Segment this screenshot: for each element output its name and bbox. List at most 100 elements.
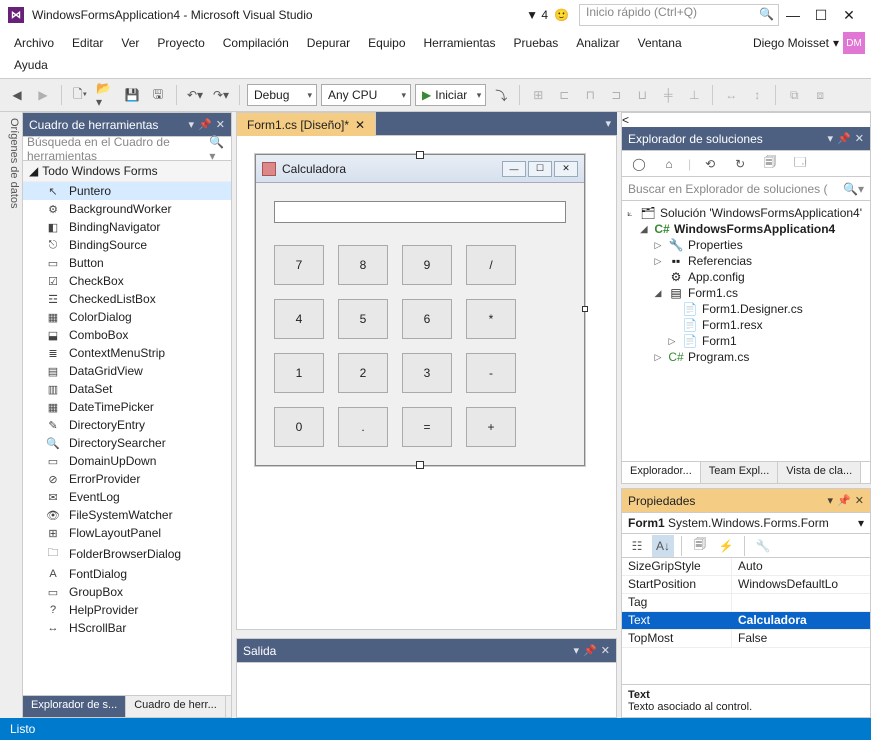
bottom-tab-toolbox[interactable]: Cuadro de herr... [126, 696, 226, 717]
soltab-team[interactable]: Team Expl... [701, 462, 779, 483]
toolbox-item[interactable]: ▭GroupBox [23, 583, 231, 601]
align-left-button[interactable]: ⊏ [553, 84, 575, 106]
calc-button[interactable]: 5 [338, 299, 388, 339]
menu-herramientas[interactable]: Herramientas [416, 32, 504, 54]
toolbox-item[interactable]: ⚙BackgroundWorker [23, 200, 231, 218]
toolbox-item[interactable]: ☲CheckedListBox [23, 290, 231, 308]
toolbox-item[interactable]: ↖Puntero [23, 182, 231, 200]
doc-tab-close-icon[interactable]: ✕ [355, 118, 365, 132]
menu-ventana[interactable]: Ventana [630, 32, 690, 54]
menu-ver[interactable]: Ver [113, 32, 147, 54]
toolbox-item[interactable]: ⬓ComboBox [23, 326, 231, 344]
size-button[interactable]: ⧉ [783, 84, 805, 106]
sol-sync-button[interactable]: ⟲ [699, 153, 721, 175]
calc-display-input[interactable] [274, 201, 566, 223]
property-row[interactable]: Tag [622, 594, 870, 612]
toolbox-item[interactable]: ⊘ErrorProvider [23, 470, 231, 488]
nav-fwd-button[interactable]: ▶ [32, 84, 54, 106]
calc-button[interactable]: 2 [338, 353, 388, 393]
maximize-button[interactable]: ☐ [807, 4, 835, 26]
calc-button[interactable]: + [466, 407, 516, 447]
soltab-explorer[interactable]: Explorador... [622, 462, 701, 483]
toolbox-item[interactable]: ✎DirectoryEntry [23, 416, 231, 434]
panel-dropdown-icon[interactable]: ▾ [828, 132, 834, 145]
toolbox-item[interactable]: ▥DataSet [23, 380, 231, 398]
panel-close-icon[interactable]: ✕ [855, 132, 864, 145]
tree-solution-root[interactable]: ⟀🗂Solución 'WindowsFormsApplication4' [624, 205, 868, 221]
prop-value[interactable]: Calculadora [732, 612, 870, 629]
toolbox-item[interactable]: AFontDialog [23, 565, 231, 583]
toolbox-item[interactable]: 🔍DirectorySearcher [23, 434, 231, 452]
config-select[interactable]: Debug [247, 84, 317, 106]
resize-handle-icon[interactable] [582, 306, 588, 312]
start-debug-button[interactable]: ▶Iniciar [415, 84, 486, 106]
hspace-button[interactable]: ↔ [720, 84, 742, 106]
menu-proyecto[interactable]: Proyecto [149, 32, 212, 54]
calc-button[interactable]: 3 [402, 353, 452, 393]
panel-close-icon[interactable]: ✕ [601, 644, 610, 657]
soltab-class[interactable]: Vista de cla... [778, 462, 861, 483]
quick-launch-input[interactable]: Inicio rápido (Ctrl+Q) 🔍 [579, 4, 779, 26]
prop-events-button[interactable]: ⚡ [715, 535, 737, 557]
sol-home-button[interactable]: ⌂ [658, 153, 680, 175]
notifications-flag-icon[interactable]: ▼ 4 [526, 8, 548, 22]
menu-pruebas[interactable]: Pruebas [506, 32, 567, 54]
toolbox-item[interactable]: 👁FileSystemWatcher [23, 506, 231, 524]
toolbox-item[interactable]: 🗀FolderBrowserDialog [23, 542, 231, 565]
align-right-button[interactable]: ⊐ [605, 84, 627, 106]
pin-icon[interactable]: 📌 [583, 644, 597, 657]
solution-search-input[interactable]: Buscar en Explorador de soluciones ( 🔍▾ [622, 177, 870, 201]
prop-value[interactable]: WindowsDefaultLo [732, 576, 870, 593]
panel-dropdown-icon[interactable]: ▾ [189, 118, 195, 131]
calc-form-window[interactable]: Calculadora — ☐ ✕ 789/456*123-0.=+ [255, 154, 585, 466]
panel-dropdown-icon[interactable]: ▾ [828, 494, 834, 507]
align-center-button[interactable]: ⊓ [579, 84, 601, 106]
tree-properties[interactable]: ▷🔧Properties [624, 237, 868, 253]
toolbox-item[interactable]: ☑CheckBox [23, 272, 231, 290]
datasources-tab[interactable]: Orígenes de datos [0, 112, 22, 718]
tree-form1resx[interactable]: 📄Form1.resx [624, 317, 868, 333]
pin-icon[interactable]: 📌 [837, 494, 851, 507]
toolbox-item[interactable]: ▭DomainUpDown [23, 452, 231, 470]
toolbox-item[interactable]: ⎋BindingSource [23, 236, 231, 254]
toolbox-category[interactable]: ◢ Todo Windows Forms [23, 161, 231, 182]
nav-back-button[interactable]: ◀ [6, 84, 28, 106]
tree-form1[interactable]: ◢▤Form1.cs [624, 285, 868, 301]
save-button[interactable]: 💾 [121, 84, 143, 106]
prop-pages-button[interactable]: 🔧 [752, 535, 774, 557]
calc-button[interactable]: / [466, 245, 516, 285]
calc-button[interactable]: = [402, 407, 452, 447]
properties-object-select[interactable]: Form1 System.Windows.Forms.Form ▾ [622, 513, 870, 534]
align-mid-button[interactable]: ╪ [657, 84, 679, 106]
align-top-button[interactable]: ⊔ [631, 84, 653, 106]
toolbox-item[interactable]: ▦DateTimePicker [23, 398, 231, 416]
open-button[interactable]: 📂▾ [95, 84, 117, 106]
calc-button[interactable]: 6 [402, 299, 452, 339]
calc-button[interactable]: 8 [338, 245, 388, 285]
platform-select[interactable]: Any CPU [321, 84, 411, 106]
tree-project[interactable]: ◢C#WindowsFormsApplication4 [624, 221, 868, 237]
panel-dropdown-icon[interactable]: ▾ [574, 644, 580, 657]
toolbox-item[interactable]: ↔HScrollBar [23, 619, 231, 637]
order-button[interactable]: ⧈ [809, 84, 831, 106]
tree-program[interactable]: ▷C#Program.cs [624, 349, 868, 365]
panel-close-icon[interactable]: ✕ [855, 494, 864, 507]
prop-value[interactable] [732, 594, 870, 611]
property-row[interactable]: TextCalculadora [622, 612, 870, 630]
doc-tab-form1[interactable]: Form1.cs [Diseño]* ✕ [236, 112, 376, 136]
prop-props-button[interactable]: 🗐 [689, 535, 711, 557]
property-row[interactable]: TopMostFalse [622, 630, 870, 648]
panel-close-icon[interactable]: ✕ [216, 118, 225, 131]
tree-form1node[interactable]: ▷📄Form1 [624, 333, 868, 349]
user-avatar[interactable]: DM [843, 32, 865, 54]
property-row[interactable]: SizeGripStyleAuto [622, 558, 870, 576]
pin-icon[interactable]: 📌 [837, 132, 851, 145]
sol-showall-button[interactable]: 🗐 [759, 153, 781, 175]
tree-appconfig[interactable]: ⚙App.config [624, 269, 868, 285]
calc-button[interactable]: 1 [274, 353, 324, 393]
tree-form1designer[interactable]: 📄Form1.Designer.cs [624, 301, 868, 317]
prop-value[interactable]: False [732, 630, 870, 647]
calc-button[interactable]: 0 [274, 407, 324, 447]
toolbox-item[interactable]: ▤DataGridView [23, 362, 231, 380]
align-grid-button[interactable]: ⊞ [527, 84, 549, 106]
